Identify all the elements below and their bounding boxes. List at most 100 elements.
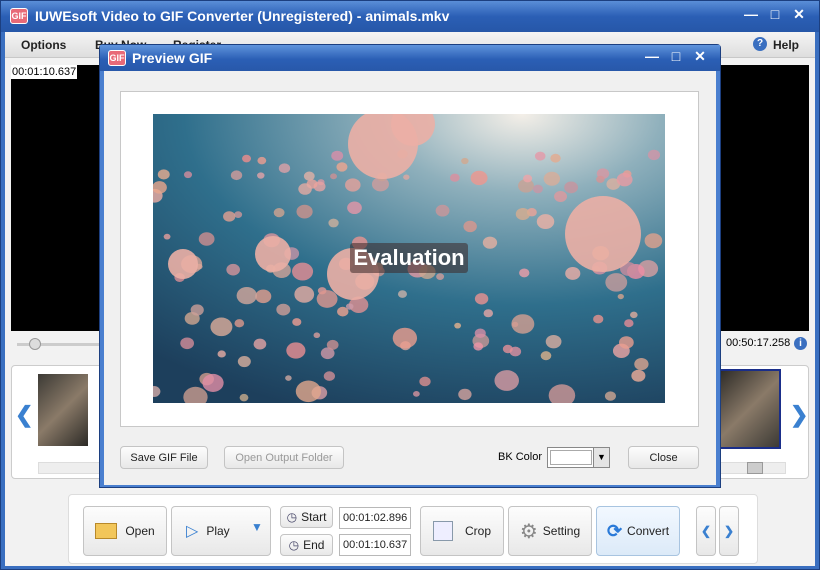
total-time: 00:50:17.258 bbox=[726, 337, 791, 349]
set-end-button[interactable]: ◷ End bbox=[280, 534, 333, 556]
thumbnail[interactable] bbox=[38, 374, 88, 446]
jellyfish bbox=[294, 285, 315, 303]
jellyfish bbox=[483, 309, 494, 318]
convert-label: Convert bbox=[627, 524, 670, 538]
chevron-right-icon: ❯ bbox=[723, 524, 735, 538]
jellyfish bbox=[631, 369, 646, 382]
jellyfish bbox=[502, 344, 513, 354]
jellyfish bbox=[392, 327, 418, 349]
jellyfish bbox=[202, 373, 224, 392]
scroll-left-icon[interactable]: ❮ bbox=[15, 402, 33, 428]
dialog-title-bar: GIF Preview GIF — □ ✕ bbox=[100, 45, 720, 71]
seek-handle[interactable] bbox=[29, 338, 41, 350]
jellyfish bbox=[234, 319, 245, 328]
maximize-icon[interactable]: □ bbox=[766, 6, 784, 22]
jellyfish bbox=[242, 154, 252, 163]
jellyfish bbox=[303, 171, 315, 181]
jellyfish bbox=[419, 376, 431, 387]
jellyfish bbox=[276, 303, 291, 316]
jellyfish bbox=[331, 150, 344, 161]
convert-button[interactable]: ⟳ Convert bbox=[596, 506, 680, 556]
chevron-down-icon[interactable]: ▼ bbox=[593, 448, 609, 467]
thumbnail-selected[interactable] bbox=[717, 369, 781, 449]
jellyfish bbox=[617, 293, 624, 300]
jellyfish bbox=[461, 157, 469, 165]
jellyfish bbox=[593, 314, 604, 324]
bk-color-picker[interactable]: ▼ bbox=[547, 447, 610, 468]
bk-color-swatch bbox=[550, 450, 592, 465]
jellyfish bbox=[596, 175, 605, 183]
play-dropdown-icon[interactable]: ▼ bbox=[251, 520, 263, 534]
setting-button[interactable]: ⚙ Setting bbox=[508, 506, 592, 556]
setting-label: Setting bbox=[542, 524, 581, 538]
jellyfish bbox=[634, 358, 649, 371]
jellyfish bbox=[515, 207, 531, 221]
jellyfish bbox=[619, 336, 634, 349]
jellyfish bbox=[253, 338, 267, 350]
current-time: 00:01:10.637 bbox=[11, 65, 78, 79]
play-icon: ▷ bbox=[186, 523, 199, 540]
crop-label: Crop bbox=[464, 524, 491, 538]
scrollbar-thumb[interactable] bbox=[747, 462, 763, 474]
title-bar: GIF IUWEsoft Video to GIF Converter (Unr… bbox=[1, 1, 819, 32]
jellyfish bbox=[273, 208, 285, 218]
crop-button[interactable]: Crop bbox=[420, 506, 504, 556]
prev-button[interactable]: ❮ bbox=[696, 506, 716, 556]
play-label: Play bbox=[206, 524, 230, 538]
maximize-icon[interactable]: □ bbox=[667, 48, 685, 64]
menu-options[interactable]: Options bbox=[21, 38, 66, 52]
minimize-icon[interactable]: — bbox=[742, 6, 760, 22]
jellyfish bbox=[644, 233, 663, 249]
set-start-button[interactable]: ◷ Start bbox=[280, 506, 333, 528]
jellyfish bbox=[605, 273, 628, 292]
jellyfish bbox=[198, 232, 215, 246]
clock-icon: ◷ bbox=[286, 510, 298, 524]
jellyfish bbox=[298, 183, 312, 195]
jellyfish bbox=[323, 371, 335, 381]
close-icon[interactable]: ✕ bbox=[691, 48, 709, 65]
jellyfish bbox=[286, 342, 306, 359]
menu-help[interactable]: Help bbox=[773, 38, 799, 52]
preview-gif-dialog: GIF Preview GIF — □ ✕ Evaluation Save GI… bbox=[99, 44, 721, 488]
jellyfish bbox=[532, 184, 543, 194]
jellyfish bbox=[554, 191, 568, 203]
chevron-left-icon: ❮ bbox=[700, 524, 712, 538]
app-logo-icon: GIF bbox=[108, 50, 126, 66]
jellyfish bbox=[616, 172, 633, 187]
jellyfish bbox=[474, 328, 486, 338]
jellyfish bbox=[494, 370, 519, 391]
start-time-field[interactable]: 00:01:02.896 bbox=[339, 507, 411, 529]
jellyfish bbox=[463, 220, 477, 233]
start-label: Start bbox=[301, 510, 327, 524]
jellyfish bbox=[458, 388, 472, 401]
help-icon[interactable]: ? bbox=[753, 37, 767, 51]
close-icon[interactable]: ✕ bbox=[790, 6, 808, 23]
folder-icon bbox=[95, 523, 118, 539]
bottom-toolbar: Open ▷ Play ▼ ◷ Start ◷ End 00:01:02.896 00… bbox=[68, 494, 758, 564]
jellyfish bbox=[296, 204, 313, 219]
jellyfish bbox=[397, 290, 407, 298]
jellyfish bbox=[436, 273, 445, 280]
crop-icon bbox=[432, 521, 453, 541]
next-button[interactable]: ❯ bbox=[719, 506, 739, 556]
jellyfish bbox=[316, 290, 338, 308]
jellyfish bbox=[565, 267, 581, 280]
save-gif-button[interactable]: Save GIF File bbox=[120, 446, 208, 469]
scroll-right-icon[interactable]: ❯ bbox=[790, 402, 808, 428]
open-output-folder-button[interactable]: Open Output Folder bbox=[224, 446, 344, 469]
end-label: End bbox=[303, 538, 325, 552]
open-button[interactable]: Open bbox=[83, 506, 167, 556]
jellyfish bbox=[413, 390, 420, 397]
clock-icon: ◷ bbox=[288, 538, 300, 552]
jellyfish bbox=[217, 350, 226, 358]
jellyfish bbox=[223, 211, 236, 222]
jellyfish bbox=[168, 249, 198, 279]
jellyfish bbox=[326, 339, 339, 350]
end-time-field[interactable]: 00:01:10.637 bbox=[339, 534, 411, 556]
preview-panel: Evaluation bbox=[120, 91, 699, 427]
close-button[interactable]: Close bbox=[628, 446, 699, 469]
minimize-icon[interactable]: — bbox=[643, 48, 661, 64]
jellyfish bbox=[540, 351, 552, 361]
gear-icon: ⚙ bbox=[519, 520, 538, 543]
info-icon[interactable]: i bbox=[794, 337, 807, 350]
